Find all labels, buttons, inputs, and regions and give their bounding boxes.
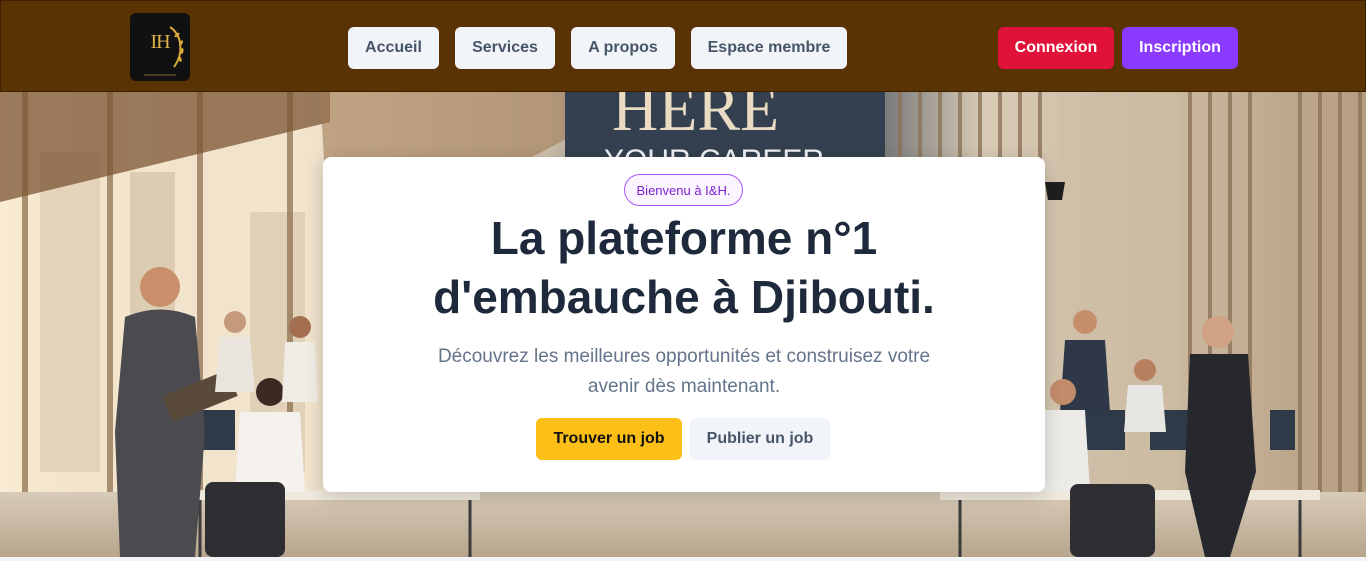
nav-espace-membre[interactable]: Espace membre bbox=[691, 27, 847, 69]
brand-logo[interactable]: IH bbox=[130, 13, 190, 81]
welcome-badge: Bienvenu à I&H. bbox=[624, 174, 743, 206]
login-button[interactable]: Connexion bbox=[998, 27, 1114, 69]
hero-title: La plateforme n°1 d'embauche à Djibouti. bbox=[323, 209, 1045, 327]
background-sign-here: HERE bbox=[612, 92, 779, 144]
nav-a-propos[interactable]: A propos bbox=[571, 27, 675, 69]
nav-services[interactable]: Services bbox=[455, 27, 555, 69]
hero-title-line-1: La plateforme n°1 bbox=[490, 212, 878, 264]
top-navigation-bar: IH Accueil Services A propos Espace memb… bbox=[0, 0, 1366, 92]
hero-card: Bienvenu à I&H. La plateforme n°1 d'emba… bbox=[323, 157, 1045, 492]
logo-monogram: IH bbox=[150, 31, 170, 53]
find-job-button[interactable]: Trouver un job bbox=[536, 418, 682, 460]
hero-title-line-2: d'embauche à Djibouti. bbox=[433, 271, 935, 323]
publish-job-button[interactable]: Publier un job bbox=[690, 418, 830, 460]
nav-accueil[interactable]: Accueil bbox=[348, 27, 439, 69]
page-divider bbox=[0, 557, 1366, 561]
signup-button[interactable]: Inscription bbox=[1122, 27, 1238, 69]
hero-subtitle: Découvrez les meilleures opportunités et… bbox=[437, 346, 931, 397]
